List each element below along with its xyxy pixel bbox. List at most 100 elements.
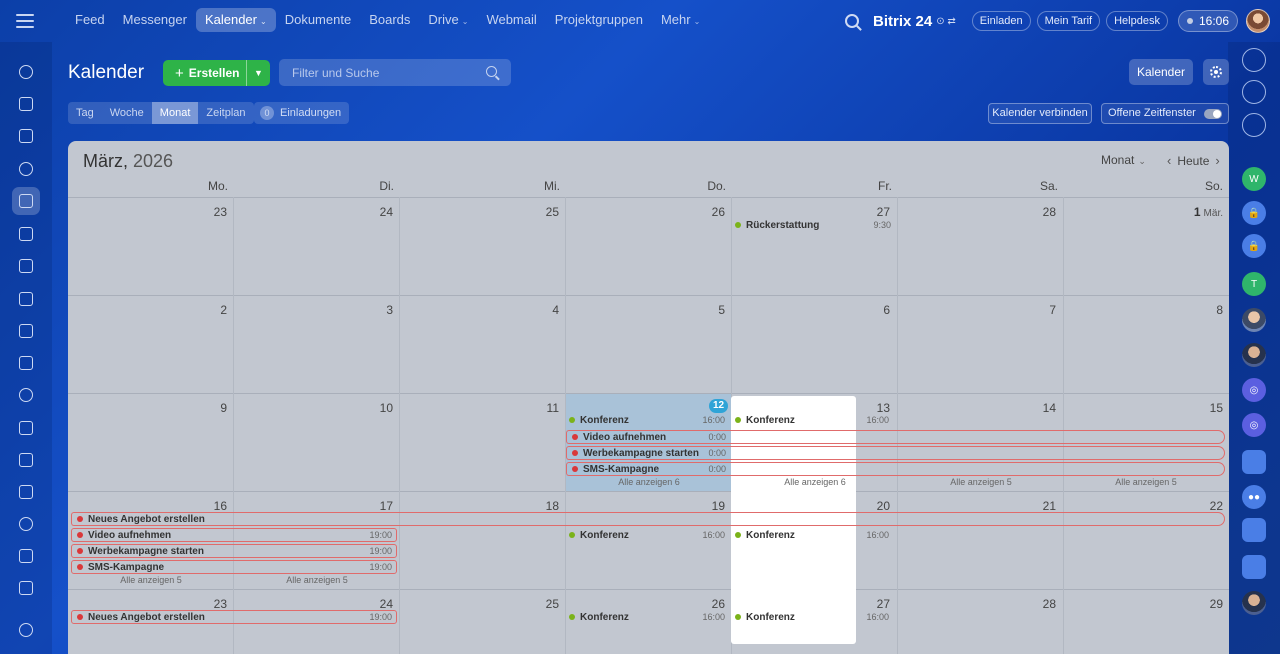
day-number[interactable]: 27: [732, 205, 890, 219]
lock-icon[interactable]: 🔒: [1242, 201, 1266, 225]
event-span-bar[interactable]: [730, 462, 1225, 476]
event-sms-kampagne[interactable]: SMS-Kampagne 19:00: [71, 560, 397, 574]
sidebar-item-mail[interactable]: [12, 349, 40, 377]
day-number[interactable]: 15: [1064, 401, 1223, 415]
day-number[interactable]: 17: [234, 499, 393, 513]
day-number[interactable]: 11: [400, 401, 559, 415]
show-all-link[interactable]: Alle anzeigen 6: [566, 477, 732, 487]
lock-icon[interactable]: 🔒: [1242, 234, 1266, 258]
nav-feed[interactable]: Feed: [66, 8, 114, 32]
event-sms-kampagne[interactable]: SMS-Kampagne 0:00: [566, 462, 730, 476]
sidebar-item-planner[interactable]: [12, 446, 40, 474]
day-number[interactable]: 7: [898, 303, 1056, 317]
nav-kalender[interactable]: Kalender ⌄: [195, 8, 276, 32]
sidebar-item-crm[interactable]: [12, 285, 40, 313]
day-number[interactable]: 24: [234, 205, 393, 219]
sidebar-item-drive[interactable]: [12, 317, 40, 345]
event-konferenz[interactable]: Konferenz 16:00: [735, 528, 893, 542]
event-konferenz[interactable]: Konferenz 16:00: [569, 528, 729, 542]
nav-mehr[interactable]: Mehr ⌄: [652, 8, 709, 32]
day-number[interactable]: 18: [400, 499, 559, 513]
helpdesk-button[interactable]: Helpdesk: [1106, 11, 1168, 31]
event-video-aufnehmen[interactable]: Video aufnehmen 0:00: [566, 430, 730, 444]
day-number[interactable]: 16: [68, 499, 227, 513]
bookmark-icon[interactable]: [1242, 518, 1266, 542]
filter-search[interactable]: [279, 59, 511, 86]
view-tab-day[interactable]: Tag: [68, 102, 102, 124]
day-number[interactable]: 19: [566, 499, 725, 513]
day-number[interactable]: 28: [898, 205, 1056, 219]
sidebar-item-hub[interactable]: [12, 155, 40, 183]
notes-icon[interactable]: [1242, 555, 1266, 579]
sidebar-item-funnel[interactable]: [12, 414, 40, 442]
nav-messenger[interactable]: Messenger: [114, 8, 196, 32]
sidebar-item-chat[interactable]: [12, 90, 40, 118]
event-neues-angebot-erstellen[interactable]: Neues Angebot erstellen 19:00: [71, 610, 397, 624]
day-number[interactable]: 10: [234, 401, 393, 415]
day-number-first-of-month[interactable]: 1 Mär.: [1064, 205, 1223, 219]
show-all-link[interactable]: Alle anzeigen 5: [234, 575, 400, 585]
today-button[interactable]: Heute: [1177, 154, 1209, 168]
day-number[interactable]: 5: [566, 303, 725, 317]
day-number[interactable]: 21: [898, 499, 1056, 513]
sidebar-item-settings[interactable]: [12, 616, 40, 644]
contact-avatar[interactable]: [1242, 343, 1266, 367]
event-video-aufnehmen[interactable]: Video aufnehmen 19:00: [71, 528, 397, 542]
show-all-link[interactable]: Alle anzeigen 5: [1063, 477, 1229, 487]
chat-bubble-icon[interactable]: [1242, 450, 1266, 474]
user-avatar[interactable]: [1246, 9, 1270, 33]
open-slots-toggle[interactable]: Offene Zeitfenster: [1101, 103, 1229, 124]
sidebar-item-signing[interactable]: [12, 574, 40, 602]
day-number[interactable]: 20: [732, 499, 890, 513]
day-number[interactable]: 6: [732, 303, 890, 317]
sidebar-item-goals[interactable]: [12, 510, 40, 538]
bot-icon[interactable]: ◎: [1242, 378, 1266, 402]
settings-button[interactable]: [1203, 59, 1229, 85]
day-number[interactable]: 3: [234, 303, 393, 317]
show-all-link[interactable]: Alle anzeigen 6: [732, 477, 898, 487]
view-tab-schedule[interactable]: Zeitplan: [198, 102, 253, 124]
event-konferenz[interactable]: Konferenz 16:00: [735, 413, 893, 427]
day-number[interactable]: 24: [234, 597, 393, 611]
nav-webmail[interactable]: Webmail: [477, 8, 545, 32]
chevron-right-icon[interactable]: ›: [1215, 153, 1219, 168]
day-number[interactable]: 14: [898, 401, 1056, 415]
sidebar-item-groups[interactable]: [12, 381, 40, 409]
copilot-icon[interactable]: [1242, 80, 1266, 104]
day-number[interactable]: 23: [68, 597, 227, 611]
show-all-link[interactable]: Alle anzeigen 5: [68, 575, 234, 585]
nav-projektgruppen[interactable]: Projektgruppen: [546, 8, 652, 32]
event-werbekampagne-starten[interactable]: Werbekampagne starten 19:00: [71, 544, 397, 558]
event-werbekampagne-starten[interactable]: Werbekampagne starten 0:00: [566, 446, 730, 460]
toggle-switch[interactable]: [1204, 109, 1222, 119]
day-number[interactable]: 25: [400, 205, 559, 219]
sidebar-item-shop[interactable]: [12, 542, 40, 570]
day-number[interactable]: 2: [68, 303, 227, 317]
view-tab-week[interactable]: Woche: [102, 102, 152, 124]
chevron-left-icon[interactable]: ‹: [1167, 153, 1171, 168]
event-konferenz[interactable]: Konferenz 16:00: [569, 413, 729, 427]
robot-icon[interactable]: ●●: [1242, 485, 1266, 509]
day-number[interactable]: 4: [400, 303, 559, 317]
search-chat-icon[interactable]: [1242, 113, 1266, 137]
event-rueckerstattung[interactable]: Rückerstattung 9:30: [735, 218, 895, 232]
day-number[interactable]: 26: [566, 205, 725, 219]
event-span-bar[interactable]: [231, 512, 1225, 526]
view-tab-month[interactable]: Monat: [151, 102, 199, 124]
sidebar-item-documents[interactable]: [12, 122, 40, 150]
nav-drive[interactable]: Drive ⌄: [419, 8, 477, 32]
day-number[interactable]: 27: [732, 597, 890, 611]
nav-dokumente[interactable]: Dokumente: [276, 8, 360, 32]
invite-button[interactable]: Einladen: [971, 11, 1031, 31]
sidebar-item-calendar[interactable]: [12, 187, 40, 215]
tariff-button[interactable]: Mein Tarif: [1036, 11, 1101, 31]
brand-status-icons[interactable]: ⊙ ⇄: [936, 16, 956, 27]
event-konferenz[interactable]: Konferenz 16:00: [569, 610, 729, 624]
create-button[interactable]: + Erstellen ▼: [163, 60, 270, 86]
day-number[interactable]: 8: [1064, 303, 1223, 317]
search-icon[interactable]: [845, 14, 860, 28]
sidebar-item-activity[interactable]: [12, 58, 40, 86]
day-number[interactable]: 29: [1064, 597, 1223, 611]
invitations-button[interactable]: 0 Einladungen: [254, 102, 350, 124]
search-input[interactable]: [279, 59, 511, 86]
